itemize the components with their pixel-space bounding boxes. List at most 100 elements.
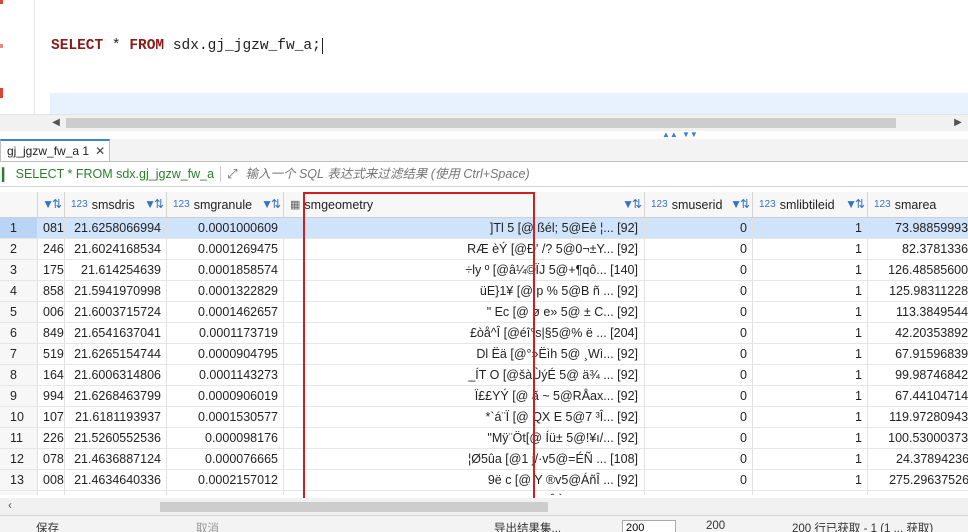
header-col-0[interactable]: ▼⇅ [38, 192, 65, 217]
cell-smuserid[interactable]: 0 [645, 386, 753, 407]
cell-col-0[interactable]: 006 [38, 302, 65, 323]
cell-smlibtileid[interactable]: 1 [753, 407, 868, 428]
cell-smuserid[interactable]: 0 [645, 491, 753, 495]
cell-smsdris[interactable]: 21.6006314806 [65, 365, 167, 386]
cell-smlibtileid[interactable]: 1 [753, 323, 868, 344]
cell-smlibtileid[interactable]: 1 [753, 260, 868, 281]
cell-smuserid[interactable]: 0 [645, 239, 753, 260]
cell-col-0[interactable]: 164 [38, 365, 65, 386]
cell-smsdris[interactable]: 21.6268463799 [65, 386, 167, 407]
cell-smgranule[interactable]: 0.000076665 [167, 449, 284, 470]
cell-col-0[interactable]: 246 [38, 239, 65, 260]
table-row[interactable]: 8 164 21.6006314806 0.0001143273 _ÍT O [@šàÙ… [0, 365, 968, 386]
cell-smarea[interactable]: 126.4858560057 [868, 260, 968, 281]
cell-smsdris[interactable]: 21.6003715724 [65, 302, 167, 323]
sql-editor[interactable]: SELECT * FROM sdx.gj_jgzw_fw_a; [0, 0, 968, 114]
grid-horizontal-scrollbar[interactable]: ‹ [0, 498, 968, 515]
cell-smgeometry[interactable]: Dl Ëä [@°»Ëìh 5@ ¸Wì... [92] [284, 344, 645, 365]
cell-smsdris[interactable]: 21.614254639 [65, 260, 167, 281]
cell-smarea[interactable]: 113.384954462 [868, 302, 968, 323]
row-number[interactable]: 4 [0, 281, 38, 302]
row-number[interactable]: 5 [0, 302, 38, 323]
cell-smgeometry[interactable]: " Ec [@ ø e» 5@ ± C... [92] [284, 302, 645, 323]
fetch-size-input[interactable] [622, 520, 676, 532]
row-number[interactable]: 12 [0, 449, 38, 470]
expand-filter-icon[interactable]: ⤢ [227, 166, 237, 182]
cell-smarea[interactable]: 99.9874684275 [868, 365, 968, 386]
sort-icon[interactable]: ▼⇅ [730, 197, 750, 211]
cell-smsdris[interactable]: 21.5260552536 [65, 428, 167, 449]
sql-statement[interactable]: SELECT * FROM sdx.gj_jgzw_fw_a; [51, 38, 323, 54]
table-row[interactable]: 13 008 21.4634640336 0.0002157012 9ë c [@ Y … [0, 470, 968, 491]
cell-smsdris[interactable]: 21.6024168534 [65, 239, 167, 260]
header-smuserid[interactable]: 123 smuserid ▼⇅ [645, 192, 753, 217]
cell-smgranule[interactable]: 0.0000904795 [167, 344, 284, 365]
cell-smlibtileid[interactable]: 1 [753, 386, 868, 407]
table-row[interactable]: 3 175 21.614254639 0.0001858574 ÷ly º [@â¼©Ï… [0, 260, 968, 281]
cell-smlibtileid[interactable]: 1 [753, 344, 868, 365]
row-number[interactable]: 13 [0, 470, 38, 491]
sort-icon[interactable]: ▼⇅ [622, 197, 642, 211]
table-row[interactable]: 9 994 21.6268463799 0.0000906019 Ï££YÝ [@ ã … [0, 386, 968, 407]
cell-smarea[interactable]: 67.4410471476 [868, 386, 968, 407]
header-smgeometry[interactable]: ▦ smgeometry ▼⇅ [284, 192, 645, 217]
cell-col-0[interactable]: 858 [38, 281, 65, 302]
cell-smgranule[interactable]: 0.0001530577 [167, 407, 284, 428]
cell-col-0[interactable]: 849 [38, 323, 65, 344]
header-smarea[interactable]: 123 smarea [868, 192, 968, 217]
sort-icon[interactable]: ▼⇅ [845, 197, 865, 211]
cell-smuserid[interactable]: 0 [645, 260, 753, 281]
cell-smgeometry[interactable]: Ï££YÝ [@ ã ~ 5@RÅax... [92] [284, 386, 645, 407]
cell-col-0[interactable]: 081 [38, 218, 65, 239]
cell-smsdris[interactable]: 21.6265154744 [65, 344, 167, 365]
cell-smsdris[interactable]: 21.6541637041 [65, 323, 167, 344]
cell-smlibtileid[interactable]: 1 [753, 218, 868, 239]
editor-scroll-thumb[interactable] [66, 118, 896, 128]
table-row[interactable]: 1 081 21.6258066994 0.0001000609]Tl 5 [@ ßé… [0, 218, 968, 239]
sort-icon[interactable]: ▼⇅ [144, 197, 164, 211]
cell-col-0[interactable]: 519 [38, 344, 65, 365]
export-button[interactable]: 导出结果集... [494, 520, 561, 532]
cell-smgeometry[interactable]: RÆ èÝ [@Ð' /? 5@0¬±Y... [92] [284, 239, 645, 260]
row-number[interactable]: 9 [0, 386, 38, 407]
sort-icon[interactable]: ▼⇅ [261, 197, 281, 211]
cell-smuserid[interactable]: 0 [645, 407, 753, 428]
row-number[interactable]: 7 [0, 344, 38, 365]
table-row[interactable]: 2 246 21.6024168534 0.0001269475 RÆ èÝ [@Ð' … [0, 239, 968, 260]
cell-col-0[interactable]: 226 [38, 428, 65, 449]
cell-smarea[interactable]: 119.9728094357 [868, 407, 968, 428]
cell-smuserid[interactable]: 0 [645, 365, 753, 386]
cell-smarea[interactable]: 125.9831122823 [868, 281, 968, 302]
cell-smgranule[interactable]: 0.000098176 [167, 428, 284, 449]
cell-smarea[interactable]: 275.2963752611 [868, 470, 968, 491]
cell-smuserid[interactable]: 0 [645, 281, 753, 302]
cell-smgranule[interactable]: 0.0001858574 [167, 260, 284, 281]
cell-col-0[interactable]: 008 [38, 470, 65, 491]
cell-smgeometry[interactable]: _ÍT O [@šàÙýÉ 5@ ä¾ ... [92] [284, 365, 645, 386]
cell-smarea[interactable]: 100.5300037391 [868, 428, 968, 449]
cell-smlibtileid[interactable]: 1 [753, 449, 868, 470]
editor-horizontal-scrollbar[interactable]: ◀ ▶ [0, 114, 968, 132]
table-row[interactable]: 10 107 21.6181193937 0.0001530577 *`á¨Ï [@ Q… [0, 407, 968, 428]
cancel-button[interactable]: 取消 [196, 520, 219, 532]
cell-smuserid[interactable]: 0 [645, 428, 753, 449]
header-smgranule[interactable]: 123 smgranule ▼⇅ [167, 192, 284, 217]
cell-smuserid[interactable]: 0 [645, 344, 753, 365]
cell-col-0[interactable]: 078 [38, 449, 65, 470]
cell-smuserid[interactable]: 0 [645, 323, 753, 344]
scroll-right-arrow-icon[interactable]: ▶ [950, 115, 966, 132]
scroll-left-arrow-icon[interactable]: ◀ [48, 115, 64, 132]
cell-smlibtileid[interactable]: 1 [753, 302, 868, 323]
cell-smuserid[interactable]: 0 [645, 470, 753, 491]
table-row[interactable]: 11 226 21.5260552536 0.000098176 "Mÿ¨Öt[@ Íü… [0, 428, 968, 449]
cell-smsdris[interactable]: 21.6258066994 [65, 218, 167, 239]
cell-smlibtileid[interactable]: 1 [753, 470, 868, 491]
row-number[interactable]: 14 [0, 491, 38, 495]
cell-smgeometry[interactable]: 9ë c [@ Y ®v5@ÁñÎ ... [92] [284, 470, 645, 491]
cell-col-0[interactable]: 994 [38, 386, 65, 407]
cell-smgranule[interactable]: 0.0002157012 [167, 470, 284, 491]
cell-smgranule[interactable]: 0.0001000609 [167, 218, 284, 239]
cell-smgranule[interactable]: 0.0001143273 [167, 365, 284, 386]
row-number[interactable]: 2 [0, 239, 38, 260]
cell-smgeometry[interactable]: *`á¨Ï [@ QX E 5@7 ³Î... [92] [284, 407, 645, 428]
